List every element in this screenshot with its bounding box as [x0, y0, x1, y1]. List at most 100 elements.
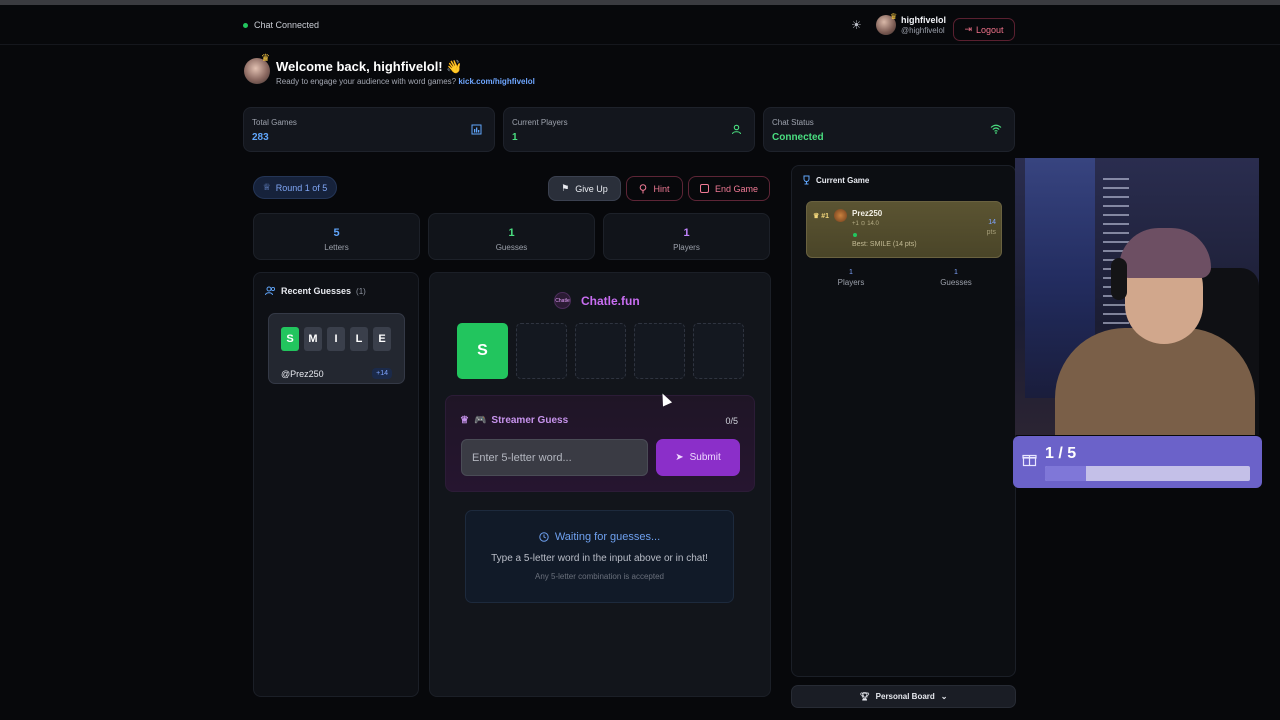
waiting-hint: Any 5-letter combination is accepted [535, 572, 664, 581]
stat-value: 1 [849, 269, 853, 276]
give-up-label: Give Up [575, 183, 608, 194]
flag-icon: ⚑ [561, 183, 570, 193]
webcam-person-body [1055, 328, 1255, 435]
trophy-icon: 🏆︎ [859, 692, 870, 701]
current-game-guesses: 1 Guesses [926, 269, 986, 287]
game-stat-guesses: 1 Guesses [428, 213, 595, 260]
streamer-guess-title: ♕ 🎮 Streamer Guess [460, 415, 568, 426]
player-points-value: 14 [988, 219, 996, 226]
stop-icon [699, 184, 709, 193]
top-bar: Chat Connected ☀ ♛ highfivelol @highfive… [0, 5, 1280, 45]
user-icon [731, 124, 742, 135]
game-stat-label: Letters [324, 243, 349, 252]
current-game-title: Current Game [802, 175, 869, 185]
chat-connection-status: Chat Connected [243, 20, 319, 30]
stat-label: Chat Status [772, 118, 814, 127]
hint-label: Hint [653, 183, 670, 194]
send-icon: ➤ [675, 452, 684, 463]
webcam-headset [1111, 258, 1127, 300]
stat-value: Connected [772, 132, 824, 143]
recent-guesses-count: (1) [356, 286, 366, 296]
users-icon [265, 286, 276, 296]
guess-tile: S [281, 327, 299, 351]
player-rank: ♛ #1 [813, 213, 830, 220]
crown-icon: ♛ [890, 12, 898, 21]
board-tile [516, 323, 567, 379]
chatle-logo: Chatle [554, 292, 571, 309]
status-dot [243, 22, 248, 28]
game-stat-label: Guesses [495, 243, 528, 252]
waiting-box: Waiting for guesses... Type a 5-letter w… [465, 510, 734, 603]
board-tile [693, 323, 744, 379]
leaderboard-row: ♛ #1 Prez250 +1 ⊙ 14.0 Best: SMILE (14 p… [806, 201, 1002, 258]
list-item: S M I L E @Prez250 +14 [268, 313, 405, 384]
logout-label: Logout [976, 24, 1004, 35]
stat-label: Current Players [512, 118, 568, 127]
crown-icon: ♕ [262, 182, 271, 192]
guess-tile: I [327, 327, 345, 351]
current-game-players: 1 Players [821, 269, 881, 287]
guess-tile: E [373, 327, 391, 351]
current-game-panel: Current Game ♛ #1 Prez250 +1 ⊙ 14.0 Best… [791, 165, 1016, 677]
channel-link[interactable]: kick.com/highfivelol [458, 77, 534, 86]
welcome-subtitle: Ready to engage your audience with word … [276, 77, 535, 86]
webcam-overlay [1015, 158, 1259, 435]
player-name: Prez250 [852, 209, 883, 218]
guess-tile: L [350, 327, 368, 351]
waiting-title: Waiting for guesses... [466, 531, 733, 543]
game-stat-value: 1 [683, 227, 690, 239]
wifi-icon [990, 124, 1002, 134]
guess-user: @Prez250 [281, 369, 324, 379]
waiting-title-label: Waiting for guesses... [554, 531, 661, 543]
stat-card-chat-status: Chat Status Connected [763, 107, 1015, 152]
brand-name: Chatle.fun [581, 294, 640, 308]
logout-button[interactable]: ⇥ Logout [953, 18, 1015, 41]
streamer-guess-count: 0/5 [725, 416, 738, 426]
round-label: Round 1 of 5 [275, 182, 328, 193]
player-rank-number: #1 [821, 213, 830, 220]
game-stat-value: 1 [508, 227, 515, 239]
crown-icon: ♕ [460, 415, 469, 426]
user-handle: @highfivelol [901, 26, 945, 35]
guess-tiles: S M I L E [281, 327, 391, 351]
stat-value: 283 [252, 132, 269, 143]
trophy-icon [802, 175, 811, 185]
board-tile [634, 323, 685, 379]
avatar [834, 209, 847, 222]
stat-card-total-games: Total Games 283 [243, 107, 495, 152]
logout-icon: ⇥ [964, 24, 972, 34]
personal-board-label: Personal Board [875, 692, 935, 701]
game-board-panel: Chatle Chatle.fun S ♕ 🎮 Streamer Guess 0… [429, 272, 771, 697]
gift-goal-overlay: 1 / 5 [1013, 436, 1262, 488]
word-input[interactable] [461, 439, 648, 476]
welcome-title: Welcome back, highfivelol! 👋 [276, 59, 463, 74]
give-up-button[interactable]: ⚑ Give Up [548, 176, 621, 201]
end-game-button[interactable]: End Game [688, 176, 770, 201]
word-board: S [457, 323, 744, 379]
clock-icon [539, 532, 549, 542]
board-tile [575, 323, 626, 379]
game-stat-value: 5 [333, 227, 340, 239]
guess-tile: M [304, 327, 322, 351]
hint-button[interactable]: Hint [626, 176, 683, 201]
stat-label: Players [837, 278, 865, 287]
recent-guesses-label: Recent Guesses [281, 286, 352, 296]
waiting-subtitle: Type a 5-letter word in the input above … [491, 553, 708, 564]
stat-value: 1 [512, 132, 518, 143]
theme-toggle-sun-icon[interactable]: ☀ [851, 18, 862, 32]
personal-board-button[interactable]: 🏆︎ Personal Board ⌄ [791, 685, 1016, 708]
board-tile: S [457, 323, 508, 379]
user-name: highfivelol [901, 15, 946, 25]
stat-value: 1 [954, 269, 958, 276]
crown-icon: ♛ [261, 53, 270, 64]
player-points-unit: pts [986, 229, 996, 236]
gamepad-icon: 🎮 [473, 415, 487, 426]
gift-goal-count: 1 / 5 [1045, 445, 1077, 462]
recent-guesses-title: Recent Guesses (1) [265, 286, 366, 296]
submit-button[interactable]: ➤ Submit [656, 439, 740, 476]
streamer-guess-label: Streamer Guess [491, 415, 569, 426]
player-meta: +1 ⊙ 14.0 [852, 221, 879, 227]
gift-goal-progress-fill [1045, 466, 1086, 481]
lightbulb-icon [639, 183, 647, 194]
player-best: Best: SMILE (14 pts) [852, 241, 917, 248]
